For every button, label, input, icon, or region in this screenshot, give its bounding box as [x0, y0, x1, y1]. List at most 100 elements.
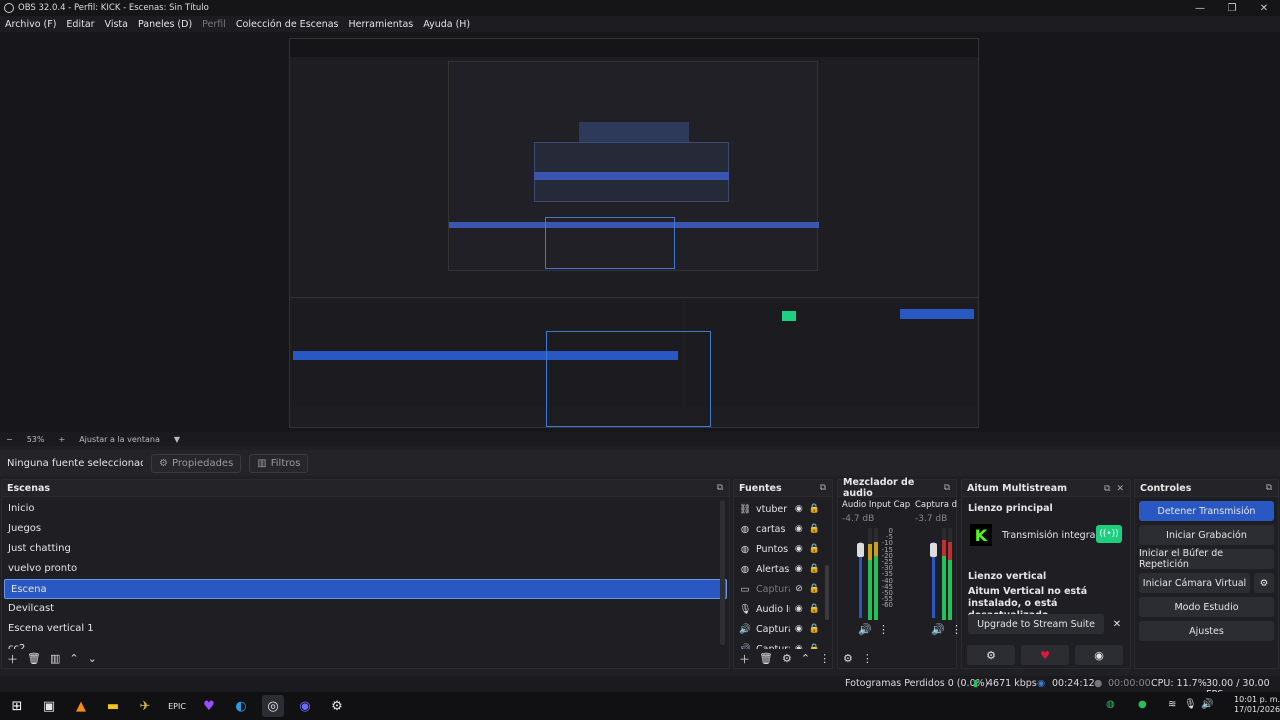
- undock-icon[interactable]: ⧉: [944, 483, 950, 493]
- properties-button[interactable]: ⚙ Propiedades: [151, 453, 242, 473]
- move-down-button[interactable]: ⌄: [88, 652, 97, 665]
- menu-perfil[interactable]: Perfil: [202, 19, 226, 30]
- remove-source-button[interactable]: 🗑: [759, 652, 773, 665]
- volume-fader-handle[interactable]: [930, 543, 937, 557]
- volume-fader-handle[interactable]: [857, 543, 864, 557]
- add-scene-button[interactable]: ＋: [7, 651, 18, 667]
- lock-icon[interactable]: 🔒: [809, 524, 820, 534]
- lock-icon[interactable]: 🔒: [809, 564, 820, 574]
- scenes-scrollbar[interactable]: [720, 500, 725, 645]
- speaker-icon[interactable]: 🔊: [931, 623, 945, 636]
- menu-herramientas[interactable]: Herramientas: [349, 19, 414, 30]
- whatsapp-icon[interactable]: ◍: [1106, 699, 1115, 710]
- add-source-button[interactable]: ＋: [739, 651, 750, 667]
- menu-ayuda[interactable]: Ayuda (H): [423, 19, 470, 30]
- edge-icon[interactable]: ◐: [230, 695, 252, 717]
- scene-item[interactable]: vuelvo pronto: [2, 559, 729, 579]
- menu-coleccion[interactable]: Colección de Escenas: [236, 19, 339, 30]
- visibility-eye-icon[interactable]: ⊘: [795, 584, 803, 594]
- menu-vista[interactable]: Vista: [105, 19, 128, 30]
- start-virtual-camera-button[interactable]: Iniciar Cámara Virtual: [1139, 573, 1250, 593]
- visibility-eye-icon[interactable]: ◉: [795, 564, 803, 574]
- lock-icon[interactable]: 🔒: [809, 624, 820, 634]
- scene-filters-button[interactable]: ▥: [50, 652, 60, 665]
- speaker-icon[interactable]: 🔊: [858, 623, 872, 636]
- settings-icon[interactable]: ⚙: [326, 695, 348, 717]
- source-item[interactable]: 🔊Captura◉🔒: [734, 639, 832, 650]
- undock-icon[interactable]: ⧉: [717, 483, 723, 493]
- lock-icon[interactable]: 🔒: [809, 584, 820, 594]
- dismiss-upgrade-button[interactable]: ✕: [1107, 614, 1127, 634]
- scene-item[interactable]: Juegos: [2, 519, 729, 539]
- start-recording-button[interactable]: Iniciar Grabación: [1139, 525, 1274, 545]
- scene-item[interactable]: Escena: [4, 579, 727, 599]
- zoom-out-button[interactable]: −: [6, 435, 13, 444]
- lock-icon[interactable]: 🔒: [809, 544, 820, 554]
- stream-active-icon[interactable]: ((•)): [1096, 525, 1122, 543]
- source-item[interactable]: ◍ Puntos ◉ 🔒: [734, 539, 832, 559]
- scene-item[interactable]: Inicio: [2, 499, 729, 519]
- visibility-eye-icon[interactable]: ◉: [795, 604, 803, 614]
- visibility-eye-icon[interactable]: ◉: [795, 504, 803, 514]
- mixer-menu-button[interactable]: ⋮: [862, 652, 873, 665]
- source-item[interactable]: ◍ cartas ◉ 🔒: [734, 519, 832, 539]
- mic-icon[interactable]: 🎙: [1184, 699, 1197, 710]
- source-settings-button[interactable]: ⚙: [782, 652, 792, 665]
- move-up-button[interactable]: ⌃: [69, 652, 78, 665]
- settings-button[interactable]: Ajustes: [1139, 621, 1274, 641]
- lock-icon[interactable]: 🔒: [809, 604, 820, 614]
- mixer-settings-button[interactable]: ⚙: [843, 652, 853, 665]
- zoom-in-button[interactable]: +: [58, 435, 65, 444]
- vlc-icon[interactable]: ▲: [70, 695, 92, 717]
- source-item[interactable]: ▭ Captura ⊘ 🔒: [734, 579, 832, 599]
- channel-menu-icon[interactable]: ⋮: [878, 623, 889, 636]
- obs-taskbar-icon[interactable]: ◎: [262, 695, 284, 717]
- source-more-button[interactable]: ⋮: [819, 652, 830, 665]
- menu-paneles[interactable]: Paneles (D): [138, 19, 192, 30]
- stop-stream-button[interactable]: Detener Transmisión: [1139, 501, 1274, 521]
- clock[interactable]: 10:01 p. m. 17/01/2026: [1234, 695, 1280, 715]
- app-icon[interactable]: ✈: [134, 695, 156, 717]
- remove-scene-button[interactable]: 🗑: [27, 652, 41, 665]
- source-up-button[interactable]: ⌃: [801, 652, 810, 665]
- twitch-icon[interactable]: ♥: [198, 695, 220, 717]
- folder-icon[interactable]: ▬: [102, 695, 124, 717]
- app-icon[interactable]: ▣: [38, 695, 60, 717]
- undock-icon[interactable]: ⧉: [1266, 483, 1272, 493]
- menu-archivo[interactable]: Archivo (F): [5, 19, 56, 30]
- wifi-icon[interactable]: ≋: [1168, 699, 1176, 710]
- zoom-dropdown-icon[interactable]: ▼: [174, 435, 180, 444]
- scene-item[interactable]: cc2: [2, 639, 729, 649]
- volume-icon[interactable]: 🔊: [1201, 699, 1213, 710]
- minimize-button[interactable]: —: [1184, 0, 1216, 16]
- close-dock-icon[interactable]: ✕: [1116, 484, 1124, 494]
- source-item[interactable]: 🎙 Audio In ◉ 🔒: [734, 599, 832, 619]
- menu-editar[interactable]: Editar: [66, 19, 94, 30]
- windows-start-icon[interactable]: ⊞: [6, 695, 28, 717]
- app-icon[interactable]: ◉: [294, 695, 316, 717]
- source-item[interactable]: ⛓ vtuber ◉ 🔒: [734, 499, 832, 519]
- undock-icon[interactable]: ⧉: [1104, 484, 1110, 494]
- upgrade-button[interactable]: Upgrade to Stream Suite: [968, 614, 1104, 634]
- close-window-button[interactable]: ✕: [1248, 0, 1280, 16]
- epic-games-icon[interactable]: EPIC: [166, 695, 188, 717]
- start-replay-buffer-button[interactable]: Iniciar el Búfer de Repetición: [1139, 548, 1274, 570]
- studio-mode-button[interactable]: Modo Estudio: [1139, 597, 1274, 617]
- lock-icon[interactable]: 🔒: [809, 504, 820, 514]
- source-item[interactable]: ◍ Alertas ◉ 🔒: [734, 559, 832, 579]
- filters-button[interactable]: ▥ Filtros: [249, 453, 309, 473]
- maximize-button[interactable]: ❐: [1216, 0, 1248, 16]
- heart-icon[interactable]: ♥: [1021, 645, 1069, 665]
- scene-item[interactable]: Escena vertical 1: [2, 619, 729, 639]
- discord-icon[interactable]: ◉: [1075, 645, 1123, 665]
- undock-icon[interactable]: ⧉: [820, 483, 826, 493]
- source-item[interactable]: 🔊Captura◉🔒: [734, 619, 832, 639]
- scene-item[interactable]: Devilcast: [2, 599, 729, 619]
- visibility-eye-icon[interactable]: ◉: [795, 624, 803, 634]
- virtual-camera-settings-icon[interactable]: ⚙: [1254, 573, 1274, 593]
- multistream-settings-button[interactable]: ⚙: [967, 645, 1015, 665]
- tray-icon[interactable]: ●: [1138, 699, 1147, 710]
- sources-scrollbar[interactable]: [825, 565, 829, 620]
- scene-item[interactable]: Just chatting: [2, 539, 729, 559]
- visibility-eye-icon[interactable]: ◉: [795, 524, 803, 534]
